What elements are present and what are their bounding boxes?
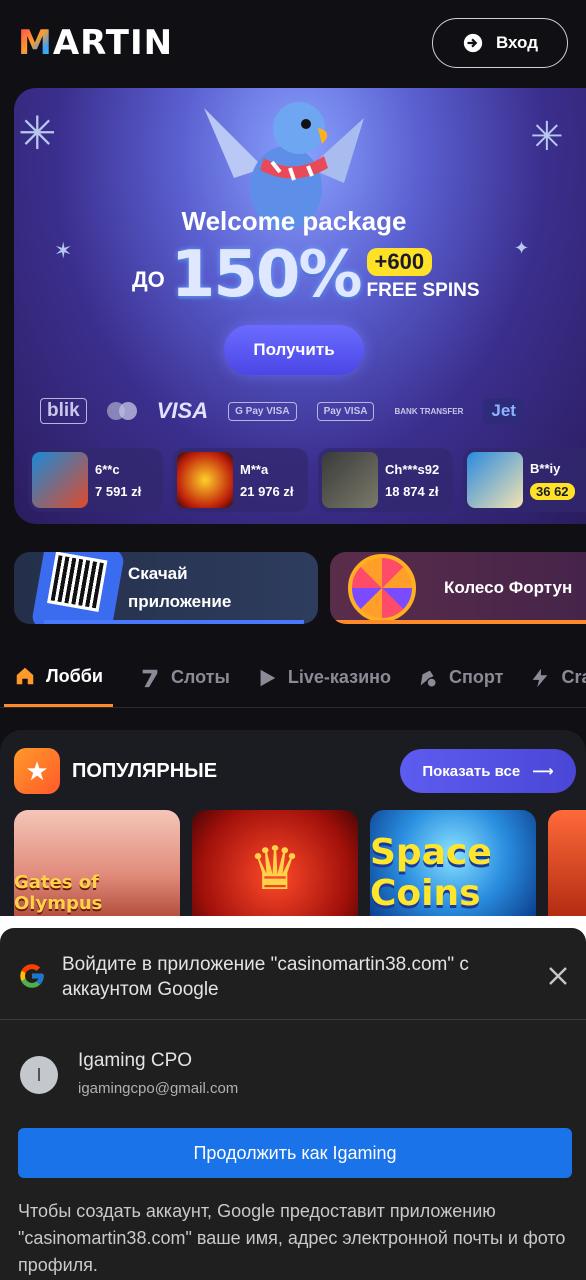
winner-name: M**a	[240, 461, 269, 477]
popular-header: ★ ПОПУЛЯРНЫЕ	[14, 748, 217, 794]
avatar: I	[20, 1056, 58, 1094]
winner-amount: 7 591 zł	[95, 483, 142, 499]
show-all-label: Показать все	[422, 762, 521, 780]
login-label: Вход	[495, 33, 539, 52]
sparkle-icon: ✦	[514, 238, 530, 258]
winner-card[interactable]: Ch***s92 18 874 zł	[318, 448, 453, 512]
tab-label: Cras	[561, 667, 586, 687]
close-icon[interactable]	[546, 964, 570, 988]
welcome-banner[interactable]: ✳ ✶ ✳ ✦ Welcome package ДО 150% +600 FRE…	[14, 88, 586, 524]
google-signin-sheet: Войдите в приложение "casinomartin38.com…	[0, 916, 586, 1280]
game-card[interactable]: Gates of Olympus	[14, 810, 180, 920]
bonus-prefix: ДО	[132, 267, 165, 292]
free-spins: +600 FREE SPINS	[366, 248, 480, 302]
popular-title: ПОПУЛЯРНЫЕ	[72, 759, 218, 782]
sheet-title: Войдите в приложение "casinomartin38.com…	[62, 954, 469, 1000]
download-app-label: Скачай приложение	[128, 564, 232, 611]
recent-winners: 6**c 7 591 zł M**a 21 976 zł Ch***s92 18 87…	[28, 448, 586, 512]
winner-amount: 18 874 zł	[385, 483, 439, 499]
google-logo-icon	[20, 964, 44, 988]
show-all-button[interactable]: Показать все ⟶	[400, 749, 576, 793]
phone-qr-icon	[30, 552, 126, 624]
card-accent-bar	[330, 620, 586, 624]
winner-amount: 36 62	[530, 482, 575, 500]
account-row[interactable]: I Igaming CPO igamingcpo@gmail.com	[20, 1050, 238, 1097]
snowflake-icon: ✳	[18, 107, 57, 159]
game-card[interactable]: ♛	[192, 810, 358, 920]
game-title: Space Coins	[370, 832, 492, 914]
tab-label: Live-казино	[287, 667, 392, 687]
popular-section: ★ ПОПУЛЯРНЫЕ Показать все ⟶ Gates of Oly…	[0, 730, 586, 930]
crown-icon: ♛	[248, 834, 302, 904]
tab-label: Лобби	[46, 665, 103, 686]
sheet-panel: Войдите в приложение "casinomartin38.com…	[0, 928, 586, 1280]
home-icon	[16, 667, 34, 685]
winner-amount: 21 976 zł	[240, 483, 294, 499]
sport-icon	[420, 670, 437, 688]
winner-card[interactable]: M**a 21 976 zł	[173, 448, 308, 512]
tab-label: Спорт	[449, 667, 504, 687]
welcome-title: Welcome package	[181, 206, 407, 236]
snowflake-icon: ✳	[530, 115, 564, 159]
header: M ARTIN Вход	[0, 0, 586, 86]
snowflake-icon: ✶	[54, 238, 73, 263]
continue-button[interactable]: Продолжить как Igaming	[18, 1128, 572, 1178]
game-thumbnail	[177, 452, 233, 508]
tab-slots[interactable]: Слоты	[139, 649, 230, 707]
spins-badge: +600	[366, 248, 433, 276]
arrow-right-icon: ⟶	[532, 763, 554, 780]
jeton-logo: Jet	[483, 398, 524, 424]
card-accent-bar	[44, 620, 304, 624]
fortune-wheel-label: Колесо Фортун	[444, 578, 573, 597]
payment-methods: blik VISA G Pay VISA Pay VISA BANK TRANS…	[40, 396, 586, 426]
get-bonus-button[interactable]: Получить	[224, 325, 364, 375]
play-icon	[260, 669, 276, 686]
popular-games: Gates of Olympus ♛ Space Coins	[14, 810, 586, 920]
bonus-offer: ДО 150% +600 FREE SPINS	[132, 238, 480, 312]
qr-code-icon	[47, 552, 108, 612]
apple-pay-logo: Pay VISA	[316, 401, 375, 421]
account-name: Igaming CPO	[78, 1050, 193, 1071]
login-button[interactable]: Вход	[432, 18, 568, 68]
fortune-wheel-icon	[348, 554, 416, 622]
sheet-header: Войдите в приложение "casinomartin38.com…	[0, 928, 586, 1020]
game-title: Gates of Olympus	[14, 872, 103, 914]
star-icon: ★	[14, 748, 60, 794]
tab-lobby[interactable]: Лобби	[4, 649, 113, 707]
spins-label: FREE SPINS	[366, 280, 480, 301]
lightning-icon	[533, 668, 548, 687]
category-tabs: Лобби Слоты Live-казино Спорт Cras	[0, 648, 586, 708]
winner-card[interactable]: B**iy 36 62	[463, 448, 586, 512]
game-card[interactable]	[548, 810, 586, 920]
logo[interactable]: M ARTIN	[18, 23, 173, 63]
blik-logo: blik	[40, 398, 87, 424]
game-card[interactable]: Space Coins	[370, 810, 536, 920]
download-app-card[interactable]: Скачай приложение	[14, 552, 318, 624]
winner-name: Ch***s92	[385, 461, 440, 477]
login-icon	[463, 33, 483, 53]
account-email: igamingcpo@gmail.com	[78, 1080, 239, 1097]
game-thumbnail	[467, 452, 523, 508]
visa-logo: VISA	[156, 398, 209, 423]
fortune-wheel-card[interactable]: Колесо Фортун	[330, 552, 586, 624]
bonus-percent: 150%	[170, 238, 363, 312]
tab-live-casino[interactable]: Live-казино	[256, 649, 391, 707]
bank-transfer-logo: BANK TRANSFER	[394, 406, 464, 416]
tab-crash[interactable]: Cras	[529, 649, 586, 707]
privacy-disclaimer: Чтобы создать аккаунт, Google предостави…	[18, 1201, 566, 1275]
game-thumbnail	[322, 452, 378, 508]
tab-sport[interactable]: Спорт	[417, 649, 503, 707]
game-thumbnail	[32, 452, 88, 508]
winner-name: 6**c	[95, 461, 120, 477]
seven-icon	[142, 669, 158, 687]
google-pay-logo: G Pay VISA	[228, 401, 297, 421]
winner-card[interactable]: 6**c 7 591 zł	[28, 448, 163, 512]
tab-label: Слоты	[170, 667, 230, 687]
winner-name: B**iy	[530, 460, 561, 476]
mastercard-icon	[106, 402, 137, 420]
